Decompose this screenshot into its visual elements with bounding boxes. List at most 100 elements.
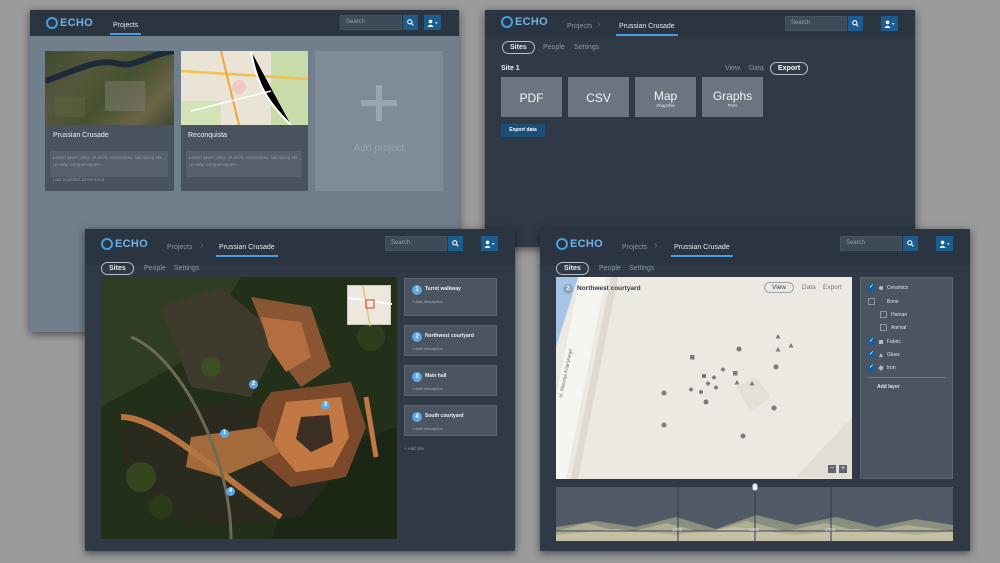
plus-icon — [361, 85, 397, 121]
nav-projects[interactable]: Projects — [567, 23, 592, 30]
checkbox[interactable] — [868, 350, 875, 358]
nav-projects[interactable]: Projects — [622, 244, 647, 251]
search-icon — [452, 240, 459, 247]
checkbox[interactable] — [868, 337, 875, 345]
nav-current-project[interactable]: Prussian Crusade — [216, 244, 278, 257]
search-button[interactable] — [403, 15, 418, 30]
site-map[interactable]: ul. Macieja Kilarskiego 2 Northwest cour… — [556, 277, 852, 479]
timeline-panel[interactable]: 1300 1350 1400 — [556, 483, 953, 541]
road-map-image — [181, 51, 308, 125]
zoom-in-button[interactable]: + — [839, 465, 847, 473]
tab-people[interactable]: People — [543, 44, 565, 51]
layer-ceramics[interactable]: Ceramics — [868, 283, 908, 291]
search-button[interactable] — [903, 236, 918, 251]
checkbox[interactable] — [880, 311, 887, 318]
project-title: Reconquista — [188, 132, 227, 139]
tab-sites[interactable]: Sites — [502, 41, 535, 54]
site-marker[interactable]: 4 — [226, 487, 235, 496]
echo-logo[interactable]: ECHO — [101, 238, 148, 250]
search-input[interactable]: Search — [340, 15, 402, 30]
app-header: ECHO Projects › Prussian Crusade Search — [485, 10, 915, 36]
add-description-link[interactable]: + Add description — [412, 386, 443, 391]
site-list-item[interactable]: 2 Northwest courtyard + Add description — [404, 325, 497, 356]
layer-animal[interactable]: Animal — [880, 324, 906, 331]
nav-projects[interactable]: Projects — [109, 22, 142, 35]
user-menu-button[interactable] — [481, 236, 498, 251]
sites-window: ECHO Projects › Prussian Crusade Search … — [85, 229, 515, 551]
layer-label: Iron — [887, 364, 896, 371]
satellite-map[interactable]: 1 2 3 4 — [101, 277, 397, 539]
layer-iron[interactable]: Iron — [868, 363, 896, 371]
export-csv-button[interactable]: CSV — [568, 77, 629, 117]
nav-projects[interactable]: Projects — [167, 244, 192, 251]
add-layer-link[interactable]: Add layer — [877, 384, 900, 390]
tab-sites[interactable]: Sites — [101, 262, 134, 275]
tab-settings[interactable]: Settings — [174, 265, 199, 272]
site-list-item[interactable]: 3 Main hall + Add description — [404, 365, 497, 396]
site-title: Turret walkway — [425, 286, 461, 292]
echo-logo[interactable]: ECHO — [556, 238, 603, 250]
user-menu-button[interactable] — [424, 15, 441, 30]
export-map-button[interactable]: Map Shapefile — [635, 77, 696, 117]
mode-data[interactable]: Data — [749, 65, 764, 72]
user-icon — [484, 240, 495, 248]
site-list-item[interactable]: 4 South courtyard + Add description — [404, 405, 497, 436]
layer-label: Animal — [891, 324, 907, 331]
user-menu-button[interactable] — [881, 16, 898, 31]
timeline-tick-label: 1400 — [825, 527, 836, 532]
tab-settings[interactable]: Settings — [629, 265, 654, 272]
search-input[interactable]: Search — [785, 16, 847, 31]
user-menu-button[interactable] — [936, 236, 953, 251]
layer-bone[interactable]: Bone — [868, 298, 899, 305]
export-pdf-button[interactable]: PDF — [501, 77, 562, 117]
project-card[interactable]: Prussian Crusade Lorem ipsum dolor sit a… — [45, 51, 174, 191]
format-label: Map — [653, 89, 678, 103]
search-button[interactable] — [848, 16, 863, 31]
format-sublabel: Shapefile — [656, 103, 675, 108]
layer-glass[interactable]: Glass — [868, 350, 900, 358]
search-input[interactable]: Search — [840, 236, 902, 251]
export-data-button[interactable]: Export data — [501, 124, 545, 137]
tab-people[interactable]: People — [144, 265, 166, 272]
site-marker[interactable]: 1 — [220, 429, 229, 438]
search-button[interactable] — [448, 236, 463, 251]
checkbox[interactable] — [868, 363, 875, 371]
mode-view[interactable]: View — [725, 65, 740, 72]
site-list-item[interactable]: 1 Turret walkway + Add description — [404, 278, 497, 316]
checkbox[interactable] — [868, 298, 875, 305]
layer-fabric[interactable]: Fabric — [868, 337, 901, 345]
echo-logo[interactable]: ECHO — [501, 16, 548, 28]
site-marker[interactable]: 2 — [249, 380, 258, 389]
timeline-scrubber-handle[interactable] — [752, 483, 758, 491]
add-description-link[interactable]: + Add description — [412, 426, 443, 431]
search-input[interactable]: Search — [385, 236, 447, 251]
zoom-out-button[interactable]: − — [828, 465, 836, 473]
tab-settings[interactable]: Settings — [574, 44, 599, 51]
layer-human[interactable]: Human — [880, 311, 907, 318]
nav-current-project[interactable]: Prussian Crusade — [671, 244, 733, 257]
checkbox[interactable] — [880, 324, 887, 331]
site-marker[interactable]: 3 — [321, 401, 330, 410]
add-description-link[interactable]: + Add description — [412, 299, 443, 304]
logo-text: ECHO — [60, 17, 93, 29]
minimap-inset[interactable] — [347, 285, 393, 327]
site-title: Main hall — [425, 373, 447, 379]
search-icon — [407, 19, 414, 26]
add-project-card[interactable]: Add project — [315, 51, 443, 191]
search-icon — [852, 20, 859, 27]
echo-logo[interactable]: ECHO — [46, 17, 93, 29]
checkbox[interactable] — [868, 283, 875, 291]
nav-current-project[interactable]: Prussian Crusade — [616, 23, 678, 36]
tab-people[interactable]: People — [599, 265, 621, 272]
add-description-link[interactable]: + Add description — [412, 346, 443, 351]
project-thumbnail-satellite — [45, 51, 174, 125]
export-graphs-button[interactable]: Graphs PNG — [702, 77, 763, 117]
minimap-image — [347, 285, 393, 327]
tab-sites[interactable]: Sites — [556, 262, 589, 275]
project-card[interactable]: Reconquista Lorem ipsum dolor sit amet, … — [181, 51, 308, 191]
add-site-link[interactable]: + Add site — [404, 446, 424, 451]
add-project-label: Add project — [353, 143, 405, 154]
diamond-icon — [878, 364, 884, 371]
user-icon — [427, 19, 438, 27]
mode-export[interactable]: Export — [770, 62, 809, 75]
